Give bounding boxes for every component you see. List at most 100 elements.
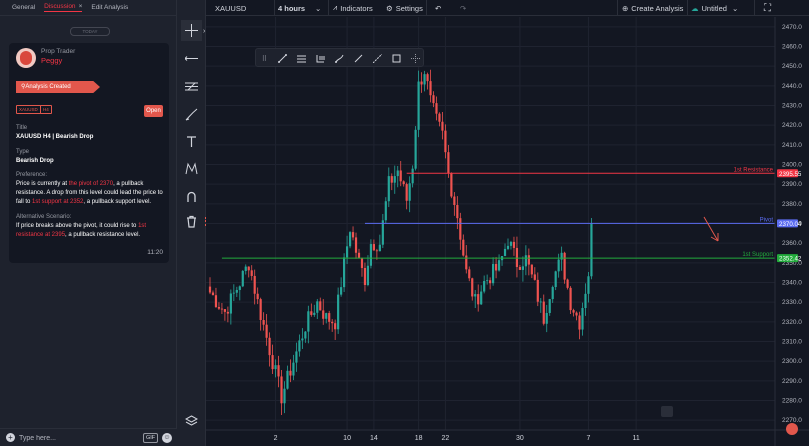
crosshair-tool[interactable] (181, 20, 202, 41)
crosshair-small-icon[interactable] (409, 52, 422, 65)
candle-body (533, 274, 536, 280)
candle-body (566, 279, 569, 288)
analysis-panel: General Discussion × Edit Analysis TODAY … (0, 0, 177, 446)
create-analysis-button[interactable]: ⊕ Create Analysis (622, 0, 683, 16)
level-text-support: 1st Support (742, 252, 773, 258)
prediction-tool[interactable] (181, 158, 202, 179)
trendline-icon[interactable] (276, 52, 289, 65)
candle-body (456, 204, 459, 219)
candle-body (378, 244, 381, 252)
avatar[interactable] (16, 48, 36, 68)
timeframe-badge: H4 (40, 105, 52, 114)
candle-body (524, 255, 527, 267)
pattern-tool[interactable] (181, 104, 202, 125)
object-tree-tool[interactable] (181, 410, 202, 431)
author-name[interactable]: Peggy (41, 56, 62, 65)
candle-body (515, 247, 519, 268)
drag-handle-icon[interactable]: ⠿ (258, 52, 271, 65)
level-text-resistance: 1st Resistance (734, 167, 774, 173)
layers-icon (185, 415, 198, 426)
time-tick-label: 18 (415, 435, 423, 442)
gif-button[interactable]: GIF (143, 433, 159, 443)
message-input[interactable] (19, 432, 137, 444)
redo-icon[interactable]: ↷ (460, 0, 466, 16)
preference-text-part: Price is currently at (16, 181, 69, 187)
candle-body (316, 301, 319, 313)
parallel-channel-icon[interactable] (295, 52, 308, 65)
rectangle-glyph (392, 54, 401, 63)
alternative-text: If price breaks above the pivot, it coul… (16, 222, 164, 240)
candle-body (405, 184, 408, 201)
time-tick-label: 10 (343, 435, 351, 442)
undo-icon[interactable]: ↶ (435, 0, 441, 16)
scroll-to-latest-icon (661, 406, 673, 417)
message-composer: + GIF ☺ (0, 428, 177, 446)
trend-line-tool[interactable] (181, 48, 202, 69)
pivot-highlight: the pivot of 2370 (68, 181, 114, 187)
open-button[interactable]: Open (144, 105, 163, 117)
trash-icon (187, 215, 196, 228)
ray-icon[interactable] (352, 52, 365, 65)
candle-body (354, 237, 358, 253)
fib-icon[interactable] (314, 52, 327, 65)
candle-body (548, 299, 551, 313)
magnet-icon (187, 191, 196, 202)
indicators-icon: ⩘ (333, 3, 338, 12)
candle-body (313, 312, 316, 315)
fib-tool[interactable] (181, 76, 202, 97)
fullscreen-icon[interactable]: ⛶ (764, 0, 771, 16)
candle-body (286, 370, 289, 389)
candle-body (307, 311, 310, 332)
candle-body (292, 362, 295, 376)
candle-body (486, 280, 489, 282)
tab-edit-analysis[interactable]: Edit Analysis (91, 4, 128, 11)
candle-body (387, 176, 390, 202)
price-tick-label: 2430.0 (782, 103, 802, 110)
emoji-button[interactable]: ☺ (162, 433, 172, 443)
divider (754, 0, 755, 16)
candle-body (289, 370, 292, 376)
remove-drawings-tool[interactable] (181, 211, 202, 232)
symbol-search[interactable]: XAUUSD (215, 0, 246, 16)
channel-glyph (297, 55, 306, 63)
preference-text: Price is currently at the pivot of 2370,… (16, 180, 164, 207)
chevron-down-icon[interactable]: ⌄ (315, 0, 321, 16)
price-label-pivot: 2370.04 (779, 221, 802, 228)
add-attachment-button[interactable]: + (6, 433, 15, 442)
extended-line-glyph (373, 54, 382, 63)
price-tick-label: 2360.0 (782, 240, 802, 247)
candle-body (462, 239, 465, 256)
magnet-tool[interactable] (181, 186, 202, 207)
message-time: 11:20 (147, 249, 163, 256)
candle-body (489, 280, 492, 284)
layout-menu[interactable]: ☁ Untitled ⌄ (691, 0, 738, 16)
time-tick-label: 7 (587, 435, 591, 442)
candle-body (468, 269, 471, 279)
tab-discussion[interactable]: Discussion × (44, 3, 83, 12)
preference-text-part: , a pullback support level. (83, 199, 152, 205)
text-tool[interactable] (181, 131, 202, 152)
interval-selector[interactable]: 4 hours (278, 0, 305, 16)
pitchfork-icon[interactable] (333, 52, 346, 65)
chart-area[interactable]: 1st Resistance Pivot 1st Support 2270.0 2280… (206, 17, 809, 446)
candle-body (348, 232, 352, 247)
price-chart[interactable]: 1st ResistancePivot1st Support2270.02280… (206, 17, 809, 446)
settings-button[interactable]: ⚙ Settings (386, 0, 423, 16)
panel-tabs: General Discussion × Edit Analysis (0, 0, 176, 16)
time-tick-label: 11 (632, 435, 639, 442)
tab-general[interactable]: General (12, 4, 35, 11)
chevron-right-icon[interactable]: › (203, 28, 205, 35)
price-tick-label: 2340.0 (782, 280, 802, 287)
indicators-button[interactable]: ⩘ Indicators (333, 0, 373, 16)
candle-body (506, 245, 510, 249)
candle-body (337, 294, 340, 330)
extended-line-icon[interactable] (371, 52, 384, 65)
close-icon[interactable]: × (79, 3, 83, 10)
candle-body (554, 271, 557, 288)
title-label: Title (16, 125, 28, 131)
candle-body (459, 218, 462, 240)
candle-body (247, 266, 250, 271)
rectangle-icon[interactable] (390, 52, 403, 65)
candle-body (384, 201, 387, 221)
candle-body (518, 267, 522, 270)
